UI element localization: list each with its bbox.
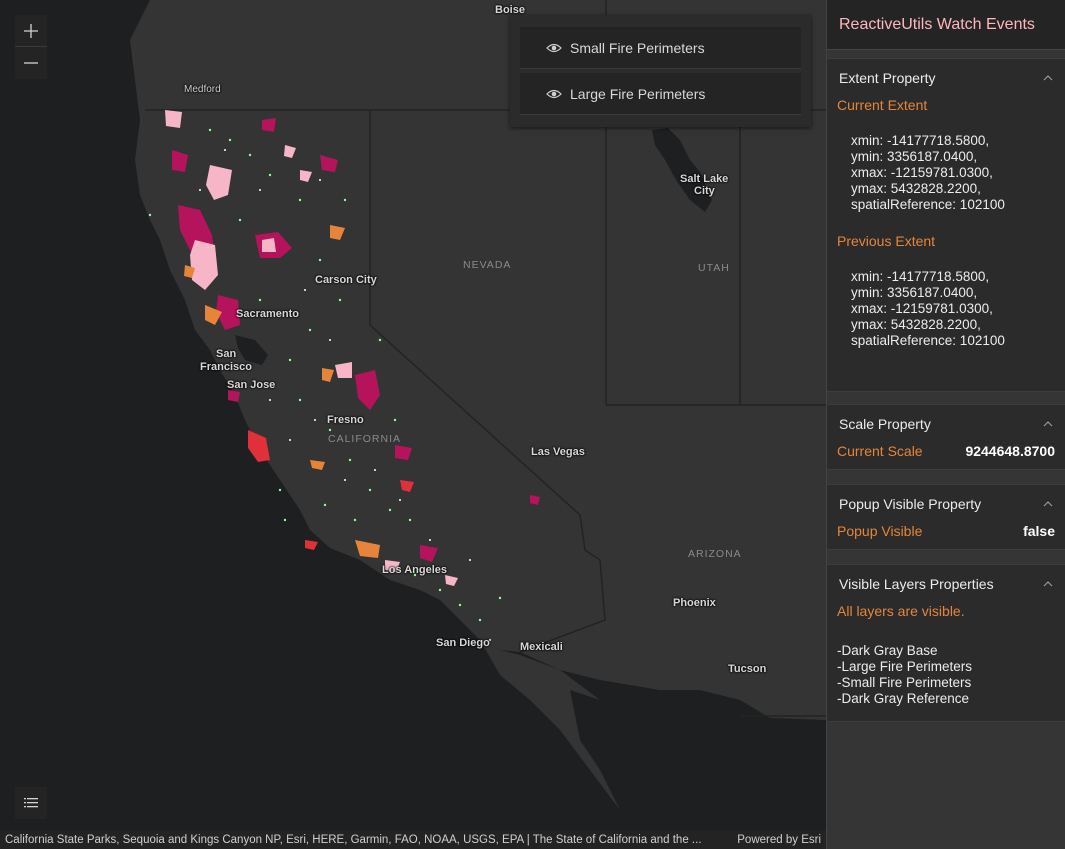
- scale-property-block: Scale Property Current Scale 9244648.870…: [827, 404, 1065, 470]
- map-label-carson-city: Carson City: [315, 274, 377, 286]
- visible-layers-header[interactable]: Visible Layers Properties: [827, 565, 1065, 603]
- popup-property-block: Popup Visible Property Popup Visible fal…: [827, 484, 1065, 550]
- current-spatial-reference: spatialReference: 102100: [851, 197, 1005, 212]
- powered-by-esri[interactable]: Powered by Esri: [737, 834, 821, 846]
- map-view[interactable]: Boise Medford Carson City NEVADA UTAH Sa…: [0, 0, 826, 849]
- map-label-san-francisco: Francisco: [200, 361, 252, 373]
- scale-property-header[interactable]: Scale Property: [827, 405, 1065, 443]
- zoom-control: [15, 15, 47, 79]
- layer-label: Large Fire Perimeters: [570, 85, 706, 102]
- current-extent-label: Current Extent: [837, 97, 928, 113]
- basemap: [130, 0, 826, 849]
- list-icon: [24, 798, 38, 808]
- map-label-san-jose: San Jose: [227, 379, 276, 391]
- map-label-nevada: NEVADA: [463, 259, 512, 271]
- legend-toggle-button[interactable]: [15, 787, 47, 819]
- zoom-out-button[interactable]: [15, 47, 47, 79]
- previous-xmin: xmin: -14177718.5800,: [851, 269, 990, 284]
- map-label-san-diego: San Diego: [436, 637, 490, 649]
- chevron-up-icon: [1043, 501, 1053, 507]
- chevron-up-icon: [1043, 581, 1053, 587]
- extent-property-block: Extent Property Current Extent xmin: -14…: [827, 58, 1065, 392]
- map-label-salt-lake: Salt Lake: [680, 173, 729, 185]
- visible-layer-item: -Small Fire Perimeters: [837, 675, 972, 690]
- visible-layers-status: All layers are visible.: [837, 603, 965, 619]
- previous-extent-value: xmin: -14177718.5800, ymin: 3356187.0400…: [837, 269, 1055, 349]
- app-window: Boise Medford Carson City NEVADA UTAH Sa…: [0, 0, 1065, 849]
- visible-layers-title: Visible Layers Properties: [839, 576, 994, 592]
- layer-item-small-fire-perimeters[interactable]: Small Fire Perimeters: [520, 27, 801, 69]
- map-label-california: CALIFORNIA: [328, 433, 402, 445]
- map-label-utah: UTAH: [698, 262, 730, 274]
- map-label-san: San: [216, 348, 237, 360]
- previous-spatial-reference: spatialReference: 102100: [851, 333, 1005, 348]
- layer-label: Small Fire Perimeters: [570, 39, 705, 56]
- watch-events-panel: ReactiveUtils Watch Events Extent Proper…: [826, 0, 1065, 849]
- popup-visible-label: Popup Visible: [837, 523, 923, 539]
- extent-property-title: Extent Property: [839, 70, 936, 86]
- layer-item-large-fire-perimeters[interactable]: Large Fire Perimeters: [520, 73, 801, 115]
- current-extent-value: xmin: -14177718.5800, ymin: 3356187.0400…: [837, 133, 1055, 213]
- popup-property-header[interactable]: Popup Visible Property: [827, 485, 1065, 523]
- map-label-los-angeles: Los Angeles: [382, 564, 447, 576]
- attribution-bar: California State Parks, Sequoia and King…: [0, 830, 826, 849]
- map-label-tucson: Tucson: [728, 663, 767, 675]
- panel-title: ReactiveUtils Watch Events: [827, 0, 1065, 50]
- previous-ymin: ymin: 3356187.0400,: [851, 285, 978, 300]
- current-ymin: ymin: 3356187.0400,: [851, 149, 978, 164]
- map-label-arizona: ARIZONA: [688, 548, 742, 560]
- map-label-salt-lake-city: City: [694, 185, 715, 197]
- popup-property-title: Popup Visible Property: [839, 496, 982, 512]
- previous-ymax: ymax: 5432828.2200,: [851, 317, 981, 332]
- layer-list: Small Fire Perimeters Large Fire Perimet…: [510, 15, 811, 127]
- zoom-in-button[interactable]: [15, 15, 47, 47]
- map-label-phoenix: Phoenix: [673, 597, 716, 609]
- visible-layer-item: -Dark Gray Reference: [837, 691, 970, 706]
- visible-layers-block: Visible Layers Properties All layers are…: [827, 564, 1065, 722]
- current-ymax: ymax: 5432828.2200,: [851, 181, 981, 196]
- current-xmin: xmin: -14177718.5800,: [851, 133, 990, 148]
- previous-xmax: xmax: -12159781.0300,: [851, 301, 993, 316]
- current-scale-label: Current Scale: [837, 443, 923, 459]
- visible-layer-item: -Large Fire Perimeters: [837, 659, 973, 674]
- minus-icon: [24, 62, 38, 64]
- popup-visible-value: false: [1023, 523, 1055, 539]
- map-label-sacramento: Sacramento: [236, 308, 299, 320]
- extent-property-header[interactable]: Extent Property: [827, 59, 1065, 97]
- map-label-mexicali: Mexicali: [520, 641, 563, 653]
- chevron-up-icon: [1043, 75, 1053, 81]
- map-label-medford: Medford: [184, 84, 221, 95]
- map-label-las-vegas: Las Vegas: [531, 446, 585, 458]
- eye-icon[interactable]: [546, 88, 562, 100]
- previous-extent-label: Previous Extent: [837, 233, 936, 249]
- current-xmax: xmax: -12159781.0300,: [851, 165, 993, 180]
- eye-icon[interactable]: [546, 42, 562, 54]
- map-label-fresno: Fresno: [327, 414, 364, 426]
- visible-layer-item: -Dark Gray Base: [837, 643, 938, 658]
- plus-icon: [24, 23, 38, 38]
- chevron-up-icon: [1043, 421, 1053, 427]
- current-scale-value: 9244648.8700: [965, 443, 1055, 459]
- scale-property-title: Scale Property: [839, 416, 931, 432]
- attribution-text[interactable]: California State Parks, Sequoia and King…: [5, 834, 727, 846]
- visible-layers-list: -Dark Gray Base -Large Fire Perimeters -…: [837, 643, 1055, 707]
